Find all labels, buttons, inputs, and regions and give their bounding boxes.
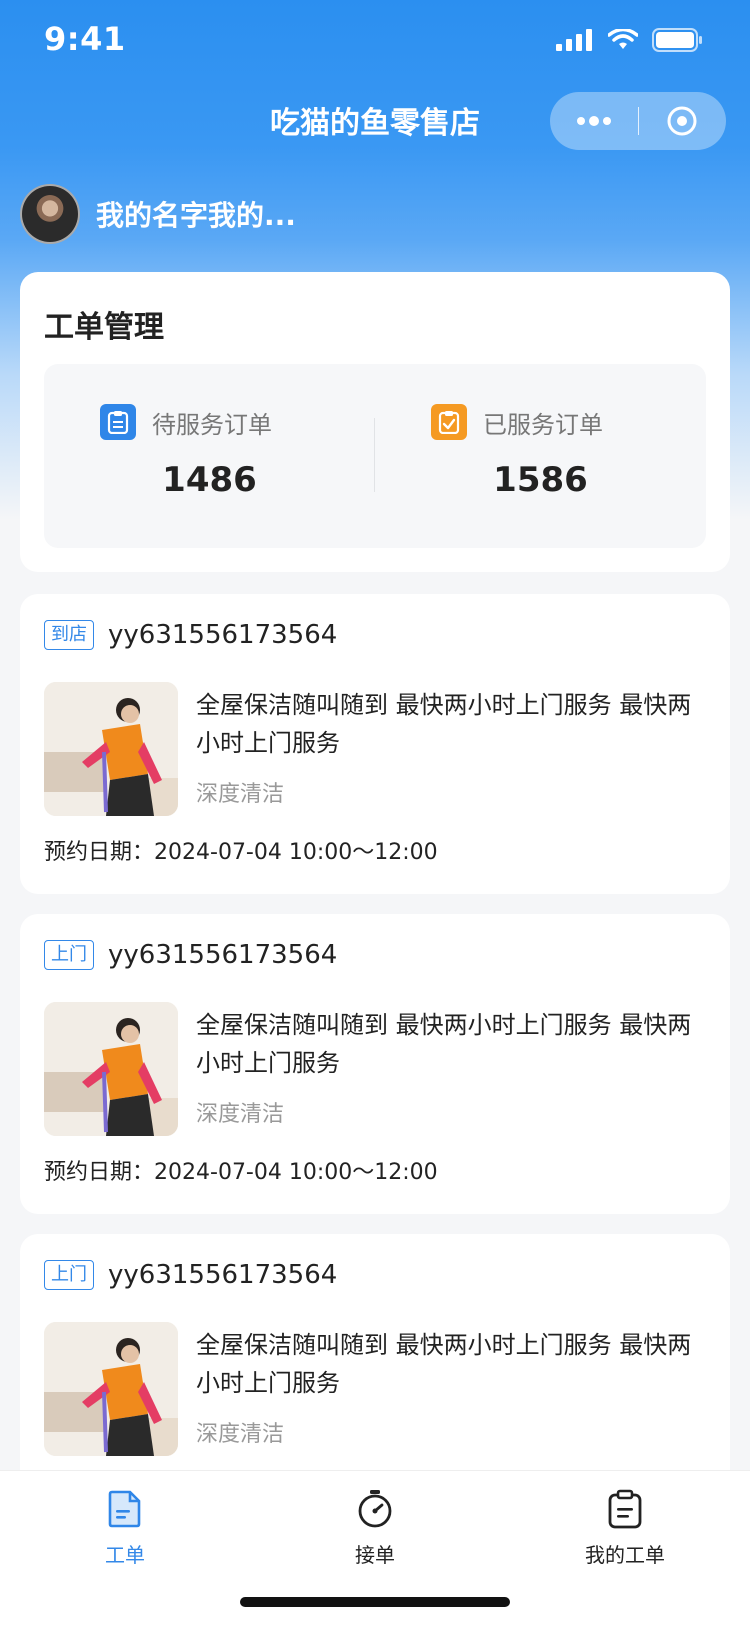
served-orders-count: 1586 [493,460,588,500]
tab-label: 我的工单 [585,1543,665,1567]
served-orders-label: 已服务订单 [483,410,603,439]
more-dots-icon [576,116,611,126]
close-button[interactable] [639,92,727,150]
order-title: 全屋保洁随叫随到 最快两小时上门服务 最快两小时上门服务 [196,1331,692,1397]
status-icons [556,28,704,52]
date-label: 预约日期： [44,1160,155,1185]
avatar[interactable] [20,184,80,244]
order-number: yy631556173564 [108,620,338,650]
order-card[interactable]: 上门 yy631556173564 全屋保洁随叫随到 最快两小时上门服务 最快两… [20,914,730,1214]
clipboard-icon [100,404,136,440]
order-category: 深度清洁 [196,782,285,807]
clipboard-icon [608,1489,642,1529]
summary-stats: 待服务订单 1486 已服务订单 1586 [44,364,706,548]
battery-icon [652,28,702,52]
pending-orders-label: 待服务订单 [152,410,272,439]
user-info[interactable]: 我的名字我的... [20,184,296,244]
order-title: 全屋保洁随叫随到 最快两小时上门服务 最快两小时上门服务 [196,691,692,757]
order-date: 预约日期：2024-07-04 10:00～12:00 [44,834,438,866]
tab-accept-orders[interactable]: 接单 [250,1489,500,1568]
clipboard-check-icon [431,404,467,440]
pending-orders-count: 1486 [162,460,257,500]
date-label: 预约日期： [44,840,155,865]
date-value: 2024-07-04 10:00～12:00 [154,840,438,865]
tab-label: 工单 [105,1543,145,1567]
service-type-tag: 上门 [44,1260,94,1290]
tab-work-orders[interactable]: 工单 [0,1489,250,1568]
work-order-summary-card: 工单管理 待服务订单 1486 已服务订单 1586 [20,272,730,572]
order-date: 预约日期：2024-07-04 10:00～12:00 [44,1154,438,1186]
wifi-icon [608,29,638,49]
home-indicator [240,1597,510,1607]
service-type-tag: 上门 [44,940,94,970]
order-category: 深度清洁 [196,1422,285,1447]
user-name: 我的名字我的... [96,199,296,232]
service-thumbnail [44,682,178,816]
target-icon [667,106,697,136]
status-time: 9:41 [44,20,126,58]
order-card[interactable]: 到店 yy631556173564 全屋保洁随叫随到 最快两小时上门服务 最快两… [20,594,730,894]
order-category: 深度清洁 [196,1102,285,1127]
tab-label: 接单 [355,1543,395,1567]
served-orders-stat[interactable]: 已服务订单 1586 [375,364,706,548]
service-thumbnail [44,1322,178,1456]
order-title: 全屋保洁随叫随到 最快两小时上门服务 最快两小时上门服务 [196,1011,692,1077]
tab-my-orders[interactable]: 我的工单 [500,1489,750,1568]
date-value: 2024-07-04 10:00～12:00 [154,1160,438,1185]
service-thumbnail [44,1002,178,1136]
summary-title: 工单管理 [44,310,164,345]
status-bar: 9:41 [0,0,750,80]
signal-icon [556,29,592,51]
order-number: yy631556173564 [108,940,338,970]
mini-program-capsule [550,92,726,150]
service-type-tag: 到店 [44,620,94,650]
document-icon [108,1490,141,1528]
stopwatch-icon [358,1490,392,1528]
order-number: yy631556173564 [108,1260,338,1290]
pending-orders-stat[interactable]: 待服务订单 1486 [44,364,375,548]
more-button[interactable] [550,92,638,150]
